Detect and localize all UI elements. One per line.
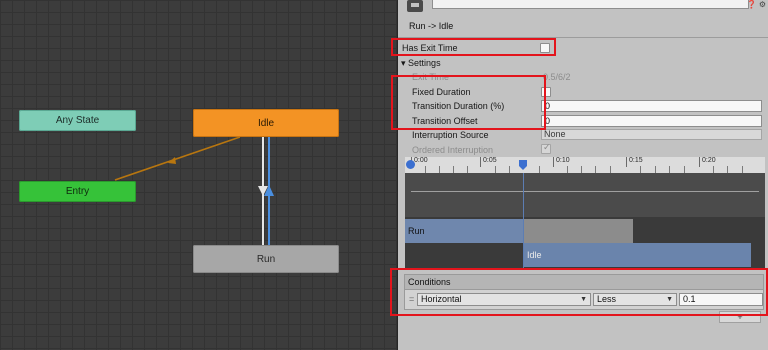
transition-duration-input[interactable]: 0	[541, 100, 762, 112]
any-state-label: Any State	[55, 115, 100, 126]
minor-tick	[669, 166, 670, 173]
minor-tick	[727, 166, 728, 173]
source-state-track-extension	[524, 219, 633, 243]
minor-tick	[610, 166, 611, 173]
minor-tick	[581, 166, 582, 173]
minor-tick	[640, 166, 641, 173]
run-state-node[interactable]: Run	[193, 245, 339, 273]
idle-label: Idle	[257, 117, 275, 129]
run-label: Run	[256, 253, 276, 265]
inspector-header: ❓ ⚙	[398, 0, 768, 14]
highlight-has-exit-time	[391, 38, 556, 56]
transition-icon	[407, 0, 423, 12]
minor-tick	[539, 166, 540, 173]
timeline-playhead[interactable]	[523, 173, 524, 270]
highlight-transition-settings	[391, 75, 546, 130]
minor-tick	[713, 166, 714, 173]
blend-curve-area	[405, 173, 765, 217]
exit-time-value: 0.5/6/2	[543, 72, 571, 82]
help-settings-icons[interactable]: ❓ ⚙	[747, 0, 766, 9]
minor-tick	[425, 166, 426, 173]
settings-label: Settings	[408, 58, 441, 68]
interruption-source-dropdown[interactable]: None	[541, 129, 762, 140]
minor-tick	[742, 166, 743, 173]
transition-name-field[interactable]	[432, 0, 749, 9]
transition-title: Run -> Idle	[409, 21, 454, 31]
ordered-interruption-checkbox	[541, 142, 551, 154]
entry-node[interactable]: Entry	[19, 181, 136, 202]
settings-foldout[interactable]: ▾ Settings	[401, 58, 441, 69]
highlight-conditions	[390, 268, 768, 316]
transition-end-marker[interactable]	[519, 160, 527, 170]
minor-tick	[439, 166, 440, 173]
timeline-ruler: 0:00 0:05 0:10 0:15 0:20	[405, 157, 765, 173]
idle-state-node[interactable]: Idle	[193, 109, 339, 137]
ordered-interruption-label: Ordered Interruption	[412, 145, 494, 155]
foldout-arrow-icon: ▾	[401, 58, 406, 68]
interruption-source-label: Interruption Source	[412, 130, 489, 140]
destination-state-track[interactable]: Idle	[524, 243, 751, 267]
entry-label: Entry	[65, 186, 90, 197]
transition-timeline[interactable]: 0:00 0:05 0:10 0:15 0:20 Run Idle	[405, 157, 765, 270]
minor-tick	[495, 166, 496, 173]
minor-tick	[509, 166, 510, 173]
source-state-track[interactable]: Run	[405, 219, 524, 243]
animator-graph[interactable]: Any State Entry Idle Run	[0, 0, 397, 350]
minor-tick	[453, 166, 454, 173]
minor-tick	[684, 166, 685, 173]
transition-offset-input[interactable]: 0	[541, 115, 762, 127]
minor-tick	[655, 166, 656, 173]
blend-curve	[411, 191, 759, 192]
any-state-node[interactable]: Any State	[19, 110, 136, 131]
transition-start-marker[interactable]	[406, 160, 415, 169]
minor-tick	[595, 166, 596, 173]
transition-links	[114, 136, 274, 245]
minor-tick	[567, 166, 568, 173]
minor-tick	[467, 166, 468, 173]
